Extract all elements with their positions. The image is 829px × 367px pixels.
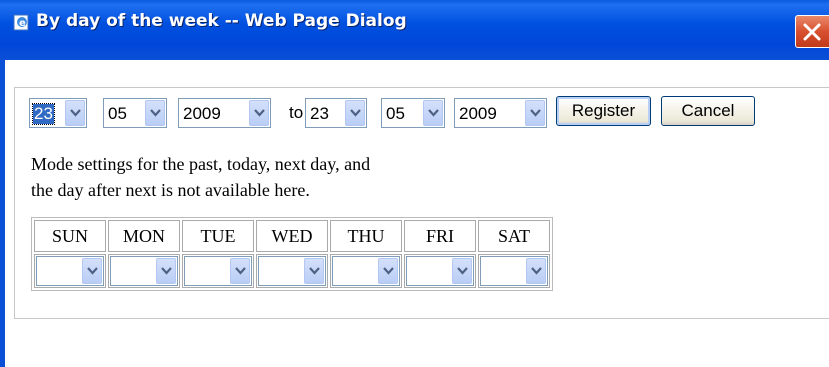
day-select-sun[interactable] <box>36 256 104 286</box>
from-month-value: 05 <box>108 104 127 123</box>
title-bar[interactable]: e By day of the week -- Web Page Dialog <box>0 0 829 60</box>
dialog-content: 23 05 2009 to 23 05 2009 Register Cancel… <box>14 87 829 319</box>
day-header-mon: MON <box>108 220 180 252</box>
window-border <box>0 60 5 367</box>
day-cell-thu <box>330 254 402 288</box>
from-day-select[interactable]: 23 <box>29 98 87 128</box>
chevron-down-icon[interactable] <box>156 258 176 284</box>
close-x-icon <box>803 23 821 41</box>
day-cell-mon <box>108 254 180 288</box>
day-cell-sat <box>478 254 550 288</box>
register-button[interactable]: Register <box>556 96 651 126</box>
day-header-wed: WED <box>256 220 328 252</box>
dialog-title: By day of the week -- Web Page Dialog <box>36 11 407 31</box>
day-select-wed[interactable] <box>258 256 326 286</box>
range-separator: to <box>289 103 304 122</box>
notice-line-2: the day after next is not available here… <box>31 180 310 200</box>
day-header-tue: TUE <box>182 220 254 252</box>
from-day-value: 23 <box>32 103 55 125</box>
to-day-value: 23 <box>310 104 329 123</box>
close-button[interactable] <box>795 15 829 48</box>
chevron-down-icon[interactable] <box>526 258 546 284</box>
from-month-select[interactable]: 05 <box>103 98 167 128</box>
chevron-down-icon[interactable] <box>65 100 85 126</box>
to-month-select[interactable]: 05 <box>381 98 445 128</box>
day-header-fri: FRI <box>404 220 476 252</box>
weekday-select-row <box>34 254 550 288</box>
chevron-down-icon[interactable] <box>525 100 545 126</box>
day-cell-tue <box>182 254 254 288</box>
day-select-mon[interactable] <box>110 256 178 286</box>
chevron-down-icon[interactable] <box>345 100 365 126</box>
to-day-select[interactable]: 23 <box>305 98 367 128</box>
notice-text: Mode settings for the past, today, next … <box>31 151 551 203</box>
day-header-thu: THU <box>330 220 402 252</box>
chevron-down-icon[interactable] <box>82 258 102 284</box>
day-header-sat: SAT <box>478 220 550 252</box>
dialog-window: e By day of the week -- Web Page Dialog … <box>0 0 829 367</box>
chevron-down-icon[interactable] <box>145 100 165 126</box>
chevron-down-icon[interactable] <box>452 258 472 284</box>
chevron-down-icon[interactable] <box>304 258 324 284</box>
from-year-select[interactable]: 2009 <box>178 98 271 128</box>
chevron-down-icon[interactable] <box>249 100 269 126</box>
to-year-select[interactable]: 2009 <box>454 98 547 128</box>
cancel-button[interactable]: Cancel <box>661 96 755 126</box>
day-header-sun: SUN <box>34 220 106 252</box>
to-year-value: 2009 <box>459 104 497 123</box>
svg-text:e: e <box>19 18 26 29</box>
chevron-down-icon[interactable] <box>423 100 443 126</box>
to-month-value: 05 <box>386 104 405 123</box>
day-select-thu[interactable] <box>332 256 400 286</box>
day-cell-fri <box>404 254 476 288</box>
day-select-fri[interactable] <box>406 256 474 286</box>
weekday-table: SUN MON TUE WED THU FRI SAT <box>31 217 553 291</box>
ie-page-icon: e <box>13 14 29 31</box>
day-select-tue[interactable] <box>184 256 252 286</box>
day-select-sat[interactable] <box>480 256 548 286</box>
from-year-value: 2009 <box>183 104 221 123</box>
chevron-down-icon[interactable] <box>378 258 398 284</box>
chevron-down-icon[interactable] <box>230 258 250 284</box>
day-cell-sun <box>34 254 106 288</box>
day-cell-wed <box>256 254 328 288</box>
notice-line-1: Mode settings for the past, today, next … <box>31 154 371 174</box>
weekday-header-row: SUN MON TUE WED THU FRI SAT <box>34 220 550 252</box>
